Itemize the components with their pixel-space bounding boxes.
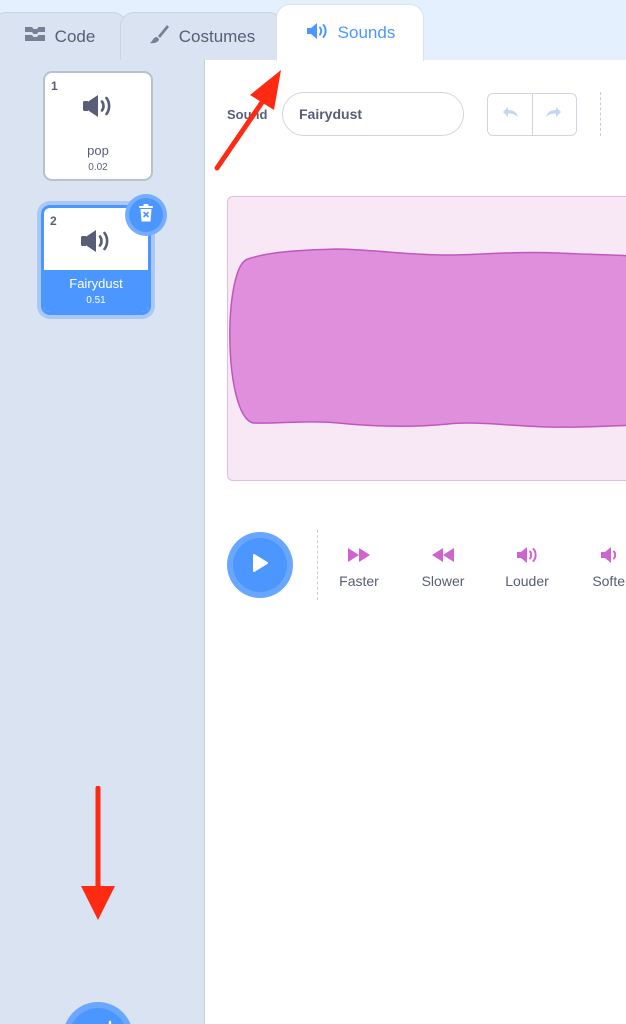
sound-name-label: Sound	[227, 107, 268, 122]
paintbrush-icon	[148, 23, 170, 50]
louder-effect-button[interactable]: Louder	[492, 545, 562, 589]
sound-tile[interactable]: 1 pop 0.02	[43, 71, 153, 181]
sound-duration: 0.51	[86, 295, 106, 306]
play-icon	[251, 553, 269, 578]
tab-code[interactable]: Code	[0, 12, 127, 60]
speaker-icon	[81, 93, 115, 124]
add-sound-button[interactable]	[63, 1002, 133, 1024]
sound-index: 2	[50, 214, 57, 228]
softer-label: Softer	[592, 573, 626, 589]
tab-code-label: Code	[54, 26, 96, 46]
louder-label: Louder	[505, 573, 549, 589]
faster-effect-button[interactable]: Faster	[324, 545, 394, 589]
slower-effect-button[interactable]: Slower	[408, 545, 478, 589]
sound-name: pop	[87, 143, 109, 158]
volume-up-icon	[492, 545, 562, 565]
undo-icon	[500, 105, 520, 124]
toolbar-divider	[600, 92, 601, 136]
waveform	[229, 248, 626, 428]
code-blocks-icon	[24, 26, 46, 47]
sound-name-input[interactable]	[282, 92, 464, 136]
softer-effect-button[interactable]: Softer	[576, 545, 626, 589]
sound-name: Fairydust	[69, 276, 123, 291]
volume-down-icon	[576, 545, 626, 565]
sound-duration: 0.02	[88, 162, 108, 173]
tab-sounds[interactable]: Sounds	[276, 4, 424, 61]
tab-costumes[interactable]: Costumes	[120, 12, 283, 60]
play-sound-button[interactable]	[227, 532, 293, 598]
trash-icon	[137, 203, 155, 228]
delete-sound-button[interactable]	[125, 194, 167, 236]
speaker-icon	[79, 228, 113, 259]
sound-index: 1	[51, 79, 58, 93]
sound-list-sidebar: 1 pop 0.02 2 Fairydust 0.51	[0, 60, 205, 1024]
rewind-icon	[408, 545, 478, 565]
fast-forward-icon	[324, 545, 394, 565]
slower-label: Slower	[421, 573, 465, 589]
redo-button[interactable]	[531, 94, 577, 135]
tab-costumes-label: Costumes	[178, 26, 256, 46]
faster-label: Faster	[339, 573, 379, 589]
tab-sounds-label: Sounds	[337, 23, 396, 42]
undo-redo-group	[487, 93, 577, 136]
waveform-editor[interactable]	[227, 196, 626, 481]
undo-button[interactable]	[488, 94, 532, 135]
speaker-icon	[305, 22, 329, 45]
redo-icon	[544, 105, 564, 124]
add-sound-icon	[80, 1020, 116, 1024]
effects-divider	[317, 530, 318, 600]
editor-tab-bar: Code Costumes Sounds	[0, 0, 626, 61]
